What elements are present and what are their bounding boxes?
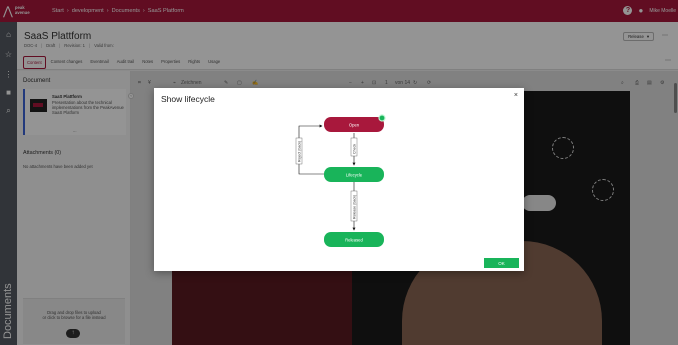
ok-button[interactable]: OK: [484, 258, 519, 268]
edge-label-check-text: Check: [353, 144, 357, 154]
lifecycle-dialog: Show lifecycle × Reject (back) Check Rel…: [154, 88, 524, 271]
node-lifecycle[interactable]: Lifecycle: [324, 167, 384, 182]
edge-label-reject: Reject (back): [295, 137, 303, 165]
edge-label-release: Release (back): [350, 190, 358, 222]
node-open[interactable]: Open: [324, 114, 386, 132]
edge-lifecycle-to-open: [298, 124, 324, 175]
node-lifecycle-label: Lifecycle: [346, 173, 363, 178]
edge-label-check: Check: [350, 137, 358, 157]
edge-label-reject-text: Reject (back): [298, 141, 302, 162]
node-released-label: Released: [345, 238, 363, 243]
edge-label-release-text: Release (back): [353, 195, 357, 219]
node-open-label: Open: [349, 123, 360, 128]
lifecycle-diagram: Reject (back) Check Release (back) Open …: [295, 114, 386, 247]
node-released[interactable]: Released: [324, 232, 384, 247]
current-state-indicator-icon: [378, 114, 386, 122]
